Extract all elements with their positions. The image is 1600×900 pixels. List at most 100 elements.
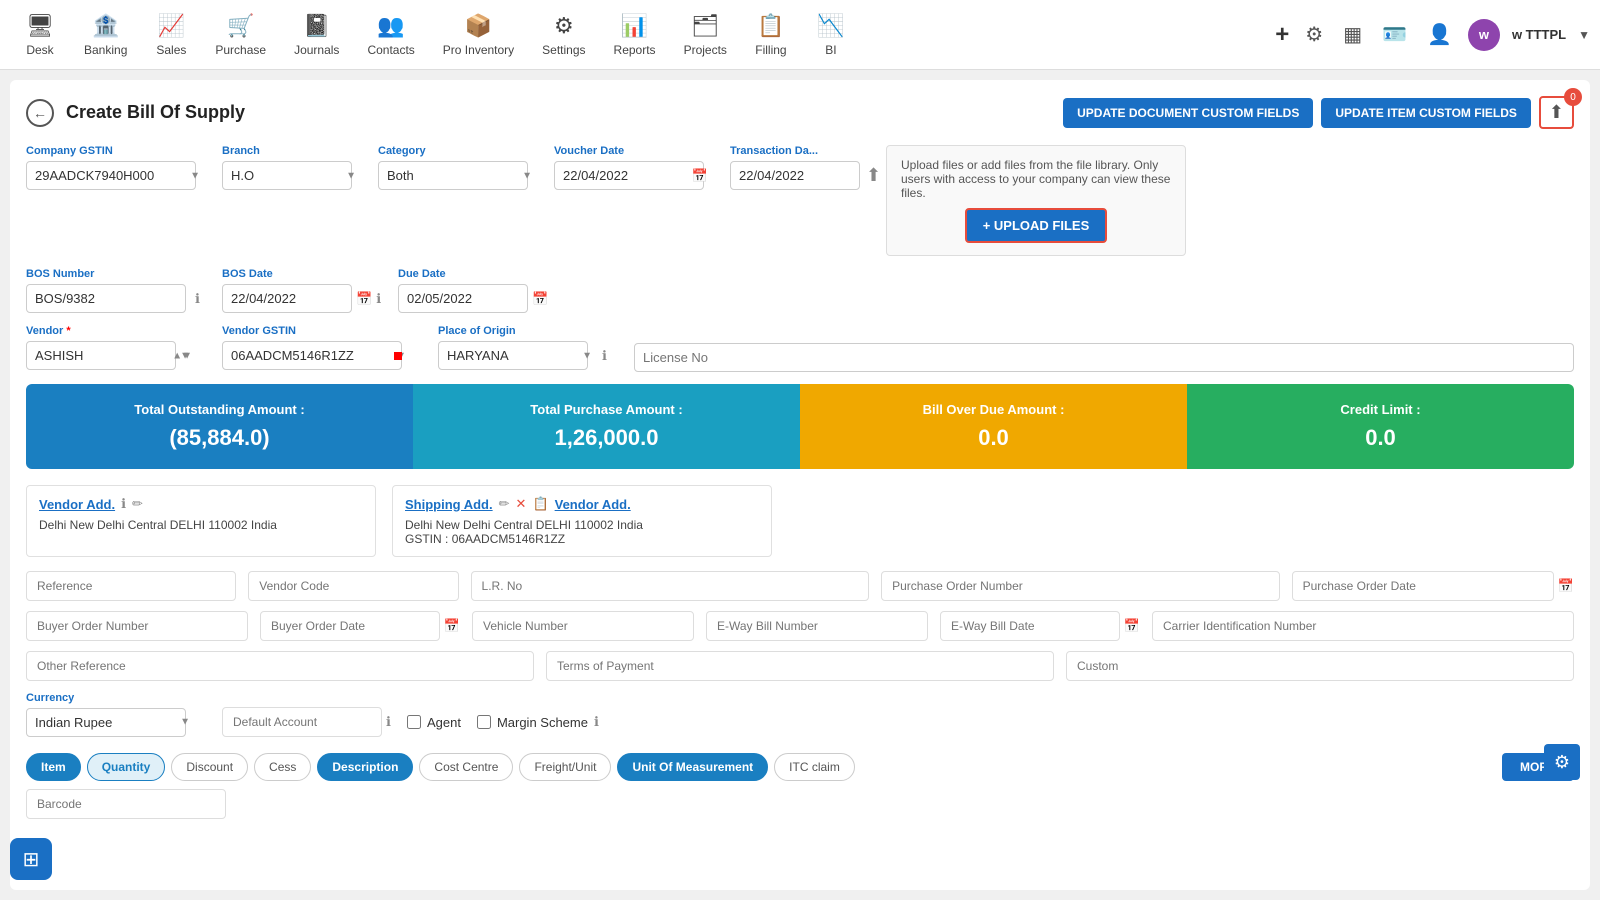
vendor-code-input[interactable] xyxy=(248,571,458,601)
vendor-gstin-select[interactable]: 06AADCM5146R1ZZ xyxy=(222,341,402,370)
shipping-add-delete-icon[interactable]: ✕ xyxy=(516,496,527,512)
buyer-order-date-calendar-icon[interactable]: 📅 xyxy=(444,618,460,634)
custom-input[interactable] xyxy=(1066,651,1574,681)
upload-arrow-icon[interactable]: ⬆ xyxy=(866,165,881,186)
nav-item-contacts[interactable]: 👥Contacts xyxy=(353,5,428,65)
reference-input[interactable] xyxy=(26,571,236,601)
shipping-add-edit-icon[interactable]: ✏ xyxy=(499,496,510,512)
nav-item-pro-inventory[interactable]: 📦Pro Inventory xyxy=(429,5,528,65)
tab-discount[interactable]: Discount xyxy=(171,753,248,781)
barcode-input[interactable] xyxy=(26,789,226,819)
margin-scheme-info-icon[interactable]: ℹ xyxy=(594,714,599,730)
bos-date-info-icon[interactable]: ℹ xyxy=(376,291,381,307)
transaction-date-label: Transaction Da... xyxy=(730,145,870,157)
card-title-outstanding: Total Outstanding Amount : xyxy=(134,402,304,417)
vendor-add-link[interactable]: Vendor Add. xyxy=(39,497,115,512)
id-card-icon[interactable]: 🪪 xyxy=(1378,18,1411,51)
agent-checkbox[interactable] xyxy=(407,715,421,729)
purchase-order-number-input[interactable] xyxy=(881,571,1280,601)
nav-label-filling: Filling xyxy=(755,43,786,57)
tab-item[interactable]: Item xyxy=(26,753,81,781)
other-reference-input[interactable] xyxy=(26,651,534,681)
eway-bill-number-input[interactable] xyxy=(706,611,928,641)
nav-label-journals: Journals xyxy=(294,43,339,57)
nav-item-desk[interactable]: 🖥Desk xyxy=(10,5,70,65)
voucher-date-calendar-icon[interactable]: 📅 xyxy=(692,168,708,184)
nav-item-settings[interactable]: ⚙Settings xyxy=(528,5,599,65)
branch-select-wrapper: H.O xyxy=(222,161,362,190)
nav-item-reports[interactable]: 📊Reports xyxy=(600,5,670,65)
nav-item-sales[interactable]: 📈Sales xyxy=(141,5,201,65)
category-select[interactable]: Both xyxy=(378,161,528,190)
card-value-credit: 0.0 xyxy=(1365,425,1396,451)
buyer-order-date-input[interactable] xyxy=(260,611,440,641)
nav-icon-reports: 📊 xyxy=(621,13,648,39)
currency-select[interactable]: Indian Rupee xyxy=(26,708,186,737)
agent-checkbox-label[interactable]: Agent xyxy=(407,715,461,730)
license-no-input[interactable] xyxy=(634,343,1574,372)
transaction-date-input[interactable] xyxy=(730,161,860,190)
add-icon[interactable]: + xyxy=(1275,21,1289,49)
default-account-info-icon[interactable]: ℹ xyxy=(386,714,391,730)
branch-select[interactable]: H.O xyxy=(222,161,352,190)
buyer-order-number-input[interactable] xyxy=(26,611,248,641)
shipping-add-link[interactable]: Shipping Add. xyxy=(405,497,493,512)
tab-itc-claim[interactable]: ITC claim xyxy=(774,753,855,781)
nav-item-banking[interactable]: 🏦Banking xyxy=(70,5,141,65)
vehicle-number-input[interactable] xyxy=(472,611,694,641)
grid-fab-button[interactable]: ⊞ xyxy=(10,838,52,880)
due-date-input[interactable] xyxy=(398,284,528,313)
shipping-add-copy-icon[interactable]: 📋 xyxy=(532,496,548,512)
carrier-id-input[interactable] xyxy=(1152,611,1574,641)
update-item-custom-fields-button[interactable]: UPDATE ITEM CUSTOM FIELDS xyxy=(1321,98,1531,128)
eway-bill-date-input[interactable] xyxy=(940,611,1120,641)
vendor-input[interactable] xyxy=(26,341,176,370)
user-profile-icon[interactable]: 👤 xyxy=(1423,18,1456,51)
nav-item-projects[interactable]: 🗂Projects xyxy=(670,5,741,65)
grid-view-icon[interactable]: ▦ xyxy=(1339,18,1366,51)
terms-of-payment-input[interactable] xyxy=(546,651,1054,681)
shipping-vendor-add-link[interactable]: Vendor Add. xyxy=(555,497,631,512)
eway-bill-date-calendar-icon[interactable]: 📅 xyxy=(1124,618,1140,634)
tab-cost-centre[interactable]: Cost Centre xyxy=(419,753,513,781)
due-date-calendar-icon[interactable]: 📅 xyxy=(532,291,548,307)
bos-number-info-icon[interactable]: ℹ xyxy=(195,291,200,307)
nav-item-purchase[interactable]: 🛒Purchase xyxy=(201,5,280,65)
upload-badge: 0 xyxy=(1564,88,1582,106)
margin-scheme-checkbox[interactable] xyxy=(477,715,491,729)
bos-date-input[interactable] xyxy=(222,284,352,313)
form-row-2: BOS Number ℹ BOS Date 📅 ℹ Due Date 📅 xyxy=(26,268,1574,313)
lr-no-input[interactable] xyxy=(471,571,870,601)
tab-cess[interactable]: Cess xyxy=(254,753,311,781)
default-account-input[interactable] xyxy=(222,707,382,737)
bos-number-input[interactable] xyxy=(26,284,186,313)
summary-card-purchase: Total Purchase Amount : 1,26,000.0 xyxy=(413,384,800,469)
place-of-origin-select[interactable]: HARYANA xyxy=(438,341,588,370)
due-date-wrapper: 📅 xyxy=(398,284,558,313)
bos-date-calendar-icon[interactable]: 📅 xyxy=(356,291,372,307)
margin-scheme-checkbox-label[interactable]: Margin Scheme ℹ xyxy=(477,714,599,730)
purchase-order-date-input[interactable] xyxy=(1292,571,1554,601)
company-chevron[interactable]: ▼ xyxy=(1578,28,1590,42)
nav-item-journals[interactable]: 📓Journals xyxy=(280,5,353,65)
vendor-add-edit-icon[interactable]: ✏ xyxy=(132,496,143,512)
tab-freight-unit[interactable]: Freight/Unit xyxy=(519,753,611,781)
tab-description[interactable]: Description xyxy=(317,753,413,781)
update-doc-custom-fields-button[interactable]: UPDATE DOCUMENT CUSTOM FIELDS xyxy=(1063,98,1313,128)
upload-panel: Upload files or add files from the file … xyxy=(886,145,1186,256)
nav-item-bi[interactable]: 📉BI xyxy=(801,5,861,65)
tab-quantity[interactable]: Quantity xyxy=(87,753,166,781)
company-gstin-select[interactable]: 29AADCK7940H000 xyxy=(26,161,196,190)
back-button[interactable]: ← xyxy=(26,99,54,127)
shipping-gstin-text: GSTIN : 06AADCM5146R1ZZ xyxy=(405,532,759,546)
tab-uom[interactable]: Unit Of Measurement xyxy=(617,753,768,781)
user-avatar[interactable]: w xyxy=(1468,19,1500,51)
upload-files-button[interactable]: + UPLOAD FILES xyxy=(965,208,1108,243)
nav-item-filling[interactable]: 📋Filling xyxy=(741,5,801,65)
purchase-order-date-calendar-icon[interactable]: 📅 xyxy=(1558,578,1574,594)
gear-fab-button[interactable]: ⚙ xyxy=(1544,744,1580,780)
settings-icon[interactable]: ⚙ xyxy=(1301,18,1327,51)
vendor-add-info-icon[interactable]: ℹ xyxy=(121,496,126,512)
voucher-date-input[interactable] xyxy=(554,161,704,190)
place-of-origin-info-icon[interactable]: ℹ xyxy=(602,348,607,364)
